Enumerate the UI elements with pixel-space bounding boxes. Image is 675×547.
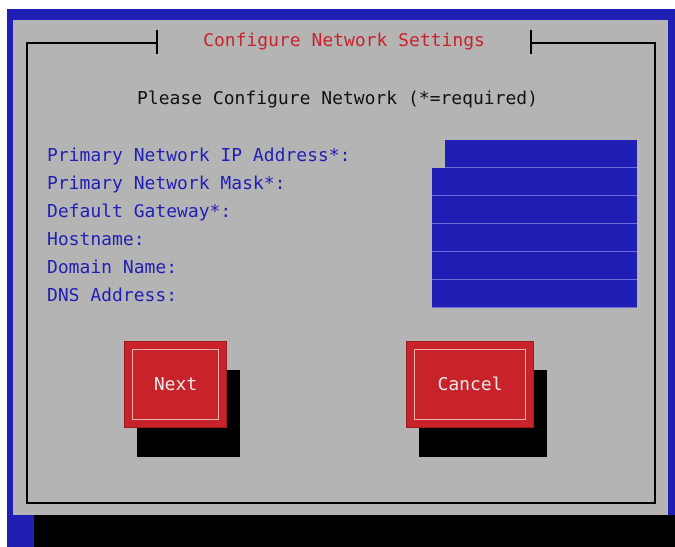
ip-address-label: Primary Network IP Address*: [47, 145, 351, 166]
ip-address-field[interactable] [445, 140, 637, 168]
next-button-label: Next [132, 349, 219, 420]
network-mask-label: Primary Network Mask*: [47, 173, 286, 194]
frame-top-right [532, 42, 656, 44]
hostname-label: Hostname: [47, 229, 145, 250]
title-right-tick [530, 30, 532, 54]
title-left-tick [156, 30, 158, 54]
network-mask-field[interactable] [432, 168, 637, 196]
dialog-title: Configure Network Settings [166, 28, 522, 54]
dns-address-label: DNS Address: [47, 285, 178, 306]
dns-address-field[interactable] [432, 280, 637, 308]
default-gateway-field[interactable] [432, 196, 637, 224]
dialog-prompt: Please Configure Network (*=required) [137, 88, 538, 109]
frame-top-left [26, 42, 156, 44]
hostname-field[interactable] [432, 224, 637, 252]
cancel-button[interactable]: Cancel [406, 341, 534, 428]
next-button[interactable]: Next [124, 341, 227, 428]
cancel-button-label: Cancel [414, 349, 526, 420]
default-gateway-label: Default Gateway*: [47, 201, 232, 222]
domain-name-label: Domain Name: [47, 257, 178, 278]
dialog-shadow [34, 515, 675, 547]
domain-name-field[interactable] [432, 252, 637, 280]
